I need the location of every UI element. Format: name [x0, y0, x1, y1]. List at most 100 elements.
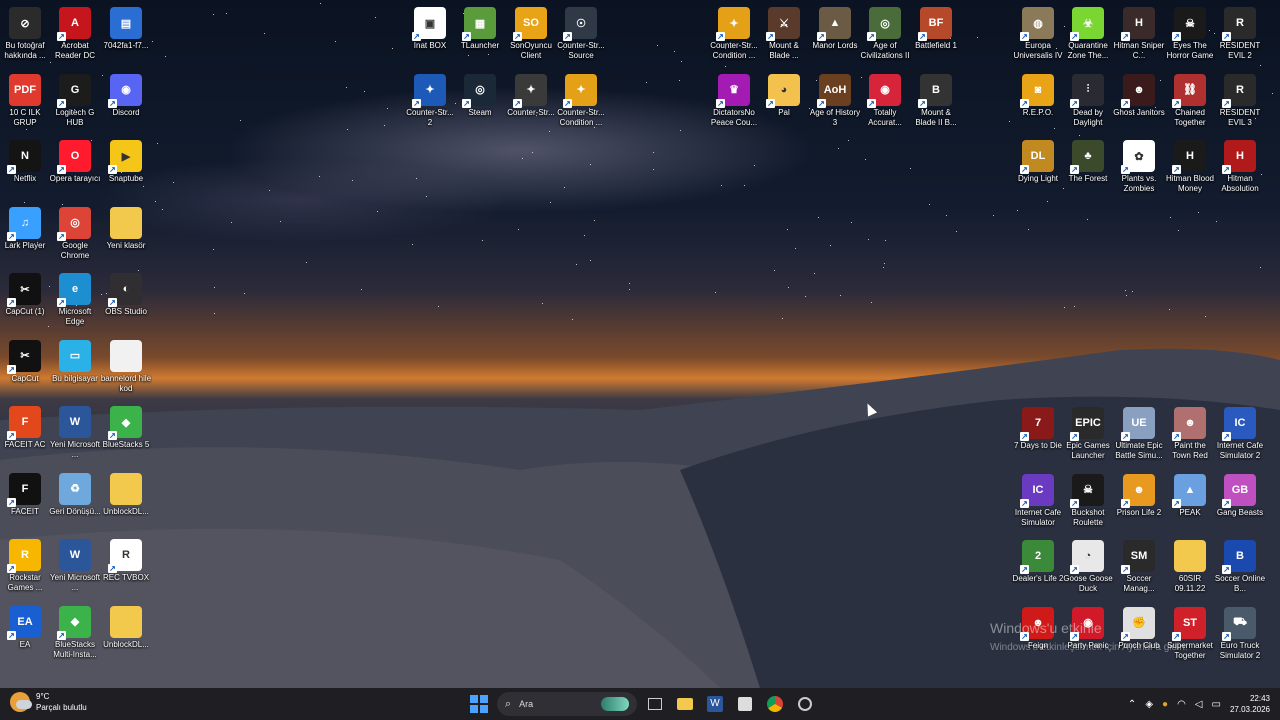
desktop-icon[interactable]: ✿ ↗ Plants vs. Zombies: [1113, 140, 1165, 194]
desktop-icon[interactable]: BF ↗ Battlefield 1: [910, 7, 962, 51]
desktop-icon[interactable]: ▦ ↗ TLauncher: [454, 7, 506, 51]
desktop-icon[interactable]: EPIC ↗ Epic Games Launcher: [1062, 407, 1114, 461]
search-placeholder: Ara: [519, 699, 533, 709]
desktop-icon[interactable]: EA ↗ EA: [0, 606, 51, 650]
desktop-icon[interactable]: ✂ ↗ CapCut (1): [0, 273, 51, 317]
desktop-icon[interactable]: G ↗ Logitech G HUB: [49, 74, 101, 128]
clock[interactable]: 22:43 27.03.2026: [1230, 693, 1270, 715]
desktop-icon-image: ☻ ↗: [1174, 407, 1206, 439]
desktop-icon[interactable]: bannelord hile kod: [100, 340, 152, 394]
desktop-icon[interactable]: 2 ↗ Dealer's Life 2: [1012, 540, 1064, 584]
desktop-icon[interactable]: ☻ ↗ Prison Life 2: [1113, 474, 1165, 518]
desktop-icon[interactable]: PDF 10 C ILK GRUP: [0, 74, 51, 128]
desktop-icon[interactable]: ▤ 7042fa1-f7...: [100, 7, 152, 51]
desktop-icon[interactable]: ☻ ↗ Ghost Janitors: [1113, 74, 1165, 118]
desktop-icon[interactable]: ▭ Bu bilgisayar: [49, 340, 101, 384]
desktop-icon[interactable]: ◍ ↗ Europa Universalis IV: [1012, 7, 1064, 61]
desktop-icon[interactable]: R ↗ Rockstar Games ...: [0, 539, 51, 593]
desktop-icon[interactable]: H ↗ Hitman Sniper C...: [1113, 7, 1165, 61]
desktop-icon[interactable]: ▲ ↗ Manor Lords: [809, 7, 861, 51]
desktop-icon[interactable]: GB ↗ Gang Beasts: [1214, 474, 1266, 518]
desktop-icon[interactable]: 60SIR 09.11.22: [1164, 540, 1216, 594]
desktop-icon[interactable]: e ↗ Microsoft Edge: [49, 273, 101, 327]
app-button[interactable]: [793, 692, 817, 716]
desktop-icon[interactable]: 7 ↗ 7 Days to Die: [1012, 407, 1064, 451]
desktop-icon[interactable]: IC ↗ Internet Cafe Simulator: [1012, 474, 1064, 528]
desktop-icon[interactable]: ⛟ ↗ Euro Truck Simulator 2: [1214, 607, 1266, 661]
desktop-icon[interactable]: ◙ ↗ R.E.P.O.: [1012, 74, 1064, 118]
desktop-icon[interactable]: ☠ ↗ Eyes The Horror Game: [1164, 7, 1216, 61]
desktop-icon[interactable]: ◉ ↗ Totally Accurat...: [859, 74, 911, 128]
task-view-button[interactable]: [643, 692, 667, 716]
desktop-icon[interactable]: ⚔ ↗ Mount & Blade ...: [758, 7, 810, 61]
desktop-icon[interactable]: ◐ ↗ OBS Studio: [100, 273, 152, 317]
desktop-icon[interactable]: ◕ ↗ Pal: [758, 74, 810, 118]
desktop-icon[interactable]: ♫ ↗ Lark Player: [0, 207, 51, 251]
desktop-icon-image: UE ↗: [1123, 407, 1155, 439]
desktop-icon[interactable]: W Yeni Microsoft ...: [49, 406, 101, 460]
weather-widget[interactable]: 9°C Parçalı bulutlu: [10, 691, 87, 713]
desktop-icon[interactable]: ⫶ ↗ Dead by Daylight: [1062, 74, 1114, 128]
start-button[interactable]: [467, 692, 491, 716]
desktop-icon[interactable]: ◎ ↗ Steam: [454, 74, 506, 118]
desktop-icon[interactable]: SO ↗ SonOyuncu Client: [505, 7, 557, 61]
desktop-icon[interactable]: ◉ ↗ Discord: [100, 74, 152, 118]
desktop-icon[interactable]: ✦ ↗ Counter-Str... 2: [404, 74, 456, 128]
desktop-icon[interactable]: DL ↗ Dying Light: [1012, 140, 1064, 184]
wifi-icon[interactable]: ◠: [1177, 699, 1186, 710]
desktop-icon[interactable]: ☻ ↗ Paint the Town Red: [1164, 407, 1216, 461]
store-button[interactable]: [733, 692, 757, 716]
desktop-icon[interactable]: AoH ↗ Age of History 3: [809, 74, 861, 128]
desktop-icon[interactable]: ✦ ↗ Counter-Str... Condition ...: [708, 7, 760, 61]
desktop-icon[interactable]: ⊘ Bu fotoğraf hakkında ...: [0, 7, 51, 61]
desktop-icon[interactable]: ✦ ↗ Counter-Str... Condition ...: [555, 74, 607, 128]
chrome-button[interactable]: [763, 692, 787, 716]
desktop-icon[interactable]: UnblockDL...: [100, 473, 152, 517]
desktop-icon[interactable]: B ↗ Soccer Online B...: [1214, 540, 1266, 594]
desktop-icon[interactable]: UE ↗ Ultimate Epic Battle Simu...: [1113, 407, 1165, 461]
microphone-icon[interactable]: ●: [1162, 699, 1168, 710]
desktop-icon[interactable]: ☣ ↗ Quarantine Zone The...: [1062, 7, 1114, 61]
search-box[interactable]: ⌕ Ara: [497, 692, 637, 716]
desktop-icon[interactable]: F ↗ FACEIT: [0, 473, 51, 517]
desktop-icon[interactable]: ♛ ↗ DictatorsNo Peace Cou...: [708, 74, 760, 128]
desktop-icon[interactable]: R ↗ REC TVBOX: [100, 539, 152, 583]
desktop-icon[interactable]: A ↗ Acrobat Reader DC: [49, 7, 101, 61]
desktop-icon[interactable]: R ↗ RESIDENT EVIL 3: [1214, 74, 1266, 128]
desktop-icon[interactable]: ◆ ↗ BlueStacks Multi-Insta...: [49, 606, 101, 660]
desktop-icon[interactable]: IC ↗ Internet Cafe Simulator 2: [1214, 407, 1266, 461]
desktop-icon[interactable]: R ↗ RESIDENT EVIL 2: [1214, 7, 1266, 61]
file-explorer-button[interactable]: [673, 692, 697, 716]
desktop-icon[interactable]: ♣ ↗ The Forest: [1062, 140, 1114, 184]
desktop-icon[interactable]: B ↗ Mount & Blade II B...: [910, 74, 962, 128]
desktop[interactable]: ⊘ Bu fotoğraf hakkında ... A ↗ Acrobat Reade…: [0, 0, 1280, 688]
tray-app-icon[interactable]: ◈: [1145, 699, 1153, 710]
volume-icon[interactable]: ◁: [1195, 699, 1203, 710]
show-hidden-icons-icon[interactable]: ⌃: [1128, 699, 1136, 710]
desktop-icon-label: SonOyuncu Client: [505, 41, 557, 61]
desktop-icon[interactable]: O ↗ Opera tarayıcı: [49, 140, 101, 184]
desktop-icon[interactable]: ✂ ↗ CapCut: [0, 340, 51, 384]
desktop-icon[interactable]: H ↗ Hitman Absolution: [1214, 140, 1266, 194]
desktop-icon[interactable]: ◔ ↗ Goose Goose Duck: [1062, 540, 1114, 594]
desktop-icon[interactable]: ▶ ↗ Snaptube: [100, 140, 152, 184]
desktop-icon[interactable]: ▣ ↗ Inat BOX: [404, 7, 456, 51]
desktop-icon[interactable]: ☉ ↗ Counter-Str... Source: [555, 7, 607, 61]
desktop-icon[interactable]: ⛓ ↗ Chained Together: [1164, 74, 1216, 128]
desktop-icon[interactable]: ▲ ↗ PEAK: [1164, 474, 1216, 518]
desktop-icon[interactable]: Yeni klasör: [100, 207, 152, 251]
desktop-icon[interactable]: ✦ ↗ Counter-Str...: [505, 74, 557, 118]
desktop-icon[interactable]: ♻ Geri Dönüşü...: [49, 473, 101, 517]
desktop-icon[interactable]: ☠ ↗ Buckshot Roulette: [1062, 474, 1114, 528]
desktop-icon[interactable]: SM ↗ Soccer Manag...: [1113, 540, 1165, 594]
desktop-icon[interactable]: F ↗ FACEIT AC: [0, 406, 51, 450]
desktop-icon[interactable]: N ↗ Netflix: [0, 140, 51, 184]
desktop-icon[interactable]: ◎ ↗ Age of Civilizations II: [859, 7, 911, 61]
battery-icon[interactable]: ▭: [1212, 699, 1221, 710]
word-button[interactable]: W: [703, 692, 727, 716]
desktop-icon[interactable]: W Yeni Microsoft ...: [49, 539, 101, 593]
desktop-icon[interactable]: H ↗ Hitman Blood Money: [1164, 140, 1216, 194]
desktop-icon[interactable]: ◎ ↗ Google Chrome: [49, 207, 101, 261]
desktop-icon[interactable]: UnblockDL...: [100, 606, 152, 650]
desktop-icon[interactable]: ◆ ↗ BlueStacks 5: [100, 406, 152, 450]
